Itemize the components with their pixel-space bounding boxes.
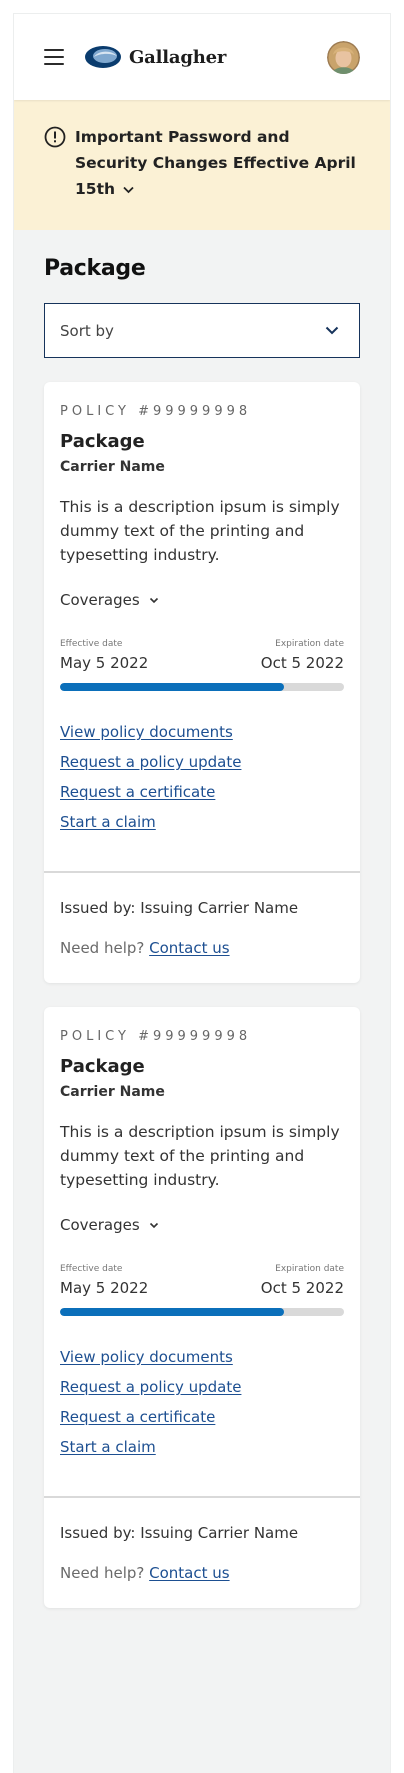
policy-description: This is a description ipsum is simply du… xyxy=(60,1123,340,1189)
issued-by: Issued by: Issuing Carrier Name xyxy=(60,899,344,917)
issued-by: Issued by: Issuing Carrier Name xyxy=(60,1524,344,1542)
policy-list: POLICY #99999998 Package Carrier Name Th… xyxy=(14,382,390,1608)
page-title: Package xyxy=(44,256,146,281)
sort-label: Sort by xyxy=(60,321,114,340)
gallagher-logo[interactable]: Gallagher xyxy=(84,45,226,69)
policy-card-body: POLICY #99999998 Package Carrier Name Th… xyxy=(44,1007,360,1496)
app-frame: Gallagher Important Password and Securit… xyxy=(14,14,390,1773)
hamburger-menu-icon[interactable] xyxy=(44,49,64,65)
policy-card: POLICY #99999998 Package Carrier Name Th… xyxy=(44,382,360,983)
policy-description: This is a description ipsum is simply du… xyxy=(60,498,340,564)
expiration-date-label: Expiration date xyxy=(275,1264,344,1274)
effective-date-label: Effective date xyxy=(60,639,123,649)
security-alert-banner[interactable]: Important Password and Security Changes … xyxy=(14,100,390,230)
need-help-label: Need help? xyxy=(60,939,145,957)
sort-dropdown[interactable]: Sort by xyxy=(44,303,360,358)
issued-by-label: Issued by: xyxy=(60,899,136,917)
need-help-label: Need help? xyxy=(60,1564,145,1582)
policy-card-footer: Issued by: Issuing Carrier Name Need hel… xyxy=(44,871,360,983)
effective-date-block: Effective date May 5 2022 xyxy=(60,639,148,672)
policy-term-progress-fill xyxy=(60,683,285,691)
policy-term-progress-bar xyxy=(60,683,344,691)
help-text: Need help? Contact us xyxy=(60,1564,344,1582)
expiration-date-block: Expiration date Oct 5 2022 xyxy=(261,639,344,672)
contact-us-link[interactable]: Contact us xyxy=(149,1564,229,1582)
effective-date: May 5 2022 xyxy=(60,654,149,672)
coverages-toggle[interactable]: Coverages xyxy=(60,1216,344,1234)
view-policy-documents-link[interactable]: View policy documents xyxy=(60,723,344,741)
policy-term-progress-fill xyxy=(60,1308,285,1316)
policy-title: Package xyxy=(60,1056,145,1077)
request-policy-update-link[interactable]: Request a policy update xyxy=(60,753,344,771)
chevron-down-icon xyxy=(149,1222,158,1228)
policy-card-footer: Issued by: Issuing Carrier Name Need hel… xyxy=(44,1496,360,1608)
alert-message: Important Password and Security Changes … xyxy=(75,124,360,202)
effective-date: May 5 2022 xyxy=(60,1279,149,1297)
gallagher-logo-icon xyxy=(85,46,121,68)
policy-term-progress-bar xyxy=(60,1308,344,1316)
policy-number: POLICY #99999998 xyxy=(60,404,252,419)
issued-by-label: Issued by: xyxy=(60,1524,136,1542)
request-policy-update-link[interactable]: Request a policy update xyxy=(60,1378,344,1396)
request-certificate-link[interactable]: Request a certificate xyxy=(60,1408,344,1426)
alert-text: Important Password and Security Changes … xyxy=(75,128,356,198)
chevron-down-icon xyxy=(325,326,339,335)
coverages-toggle[interactable]: Coverages xyxy=(60,591,344,609)
start-claim-link[interactable]: Start a claim xyxy=(60,813,344,831)
view-policy-documents-link[interactable]: View policy documents xyxy=(60,1348,344,1366)
policy-card: POLICY #99999998 Package Carrier Name Th… xyxy=(44,1007,360,1608)
effective-date-label: Effective date xyxy=(60,1264,123,1274)
policy-title: Package xyxy=(60,431,145,452)
expiration-date-label: Expiration date xyxy=(275,639,344,649)
policy-card-body: POLICY #99999998 Package Carrier Name Th… xyxy=(44,382,360,871)
carrier-name: Carrier Name xyxy=(60,1084,165,1100)
coverages-label: Coverages xyxy=(60,1216,140,1234)
chevron-down-icon xyxy=(149,597,158,603)
top-header: Gallagher xyxy=(14,14,390,100)
start-claim-link[interactable]: Start a claim xyxy=(60,1438,344,1456)
carrier-name: Carrier Name xyxy=(60,459,165,475)
request-certificate-link[interactable]: Request a certificate xyxy=(60,783,344,801)
expiration-date: Oct 5 2022 xyxy=(260,1279,344,1297)
expiration-date: Oct 5 2022 xyxy=(260,654,344,672)
contact-us-link[interactable]: Contact us xyxy=(149,939,229,957)
expiration-date-block: Expiration date Oct 5 2022 xyxy=(261,1264,344,1297)
policy-dates: Effective date May 5 2022 Expiration dat… xyxy=(60,639,344,672)
coverages-label: Coverages xyxy=(60,591,140,609)
effective-date-block: Effective date May 5 2022 xyxy=(60,1264,148,1297)
help-text: Need help? Contact us xyxy=(60,939,344,957)
issuing-carrier-name: Issuing Carrier Name xyxy=(140,1524,299,1542)
policy-actions: View policy documents Request a policy u… xyxy=(60,723,344,831)
policy-number: POLICY #99999998 xyxy=(60,1029,252,1044)
policy-dates: Effective date May 5 2022 Expiration dat… xyxy=(60,1264,344,1297)
chevron-down-icon[interactable] xyxy=(123,186,134,194)
user-avatar[interactable] xyxy=(327,41,360,74)
exclamation-circle-icon xyxy=(44,126,66,148)
policy-actions: View policy documents Request a policy u… xyxy=(60,1348,344,1456)
issuing-carrier-name: Issuing Carrier Name xyxy=(140,899,299,917)
brand-name: Gallagher xyxy=(129,46,227,68)
